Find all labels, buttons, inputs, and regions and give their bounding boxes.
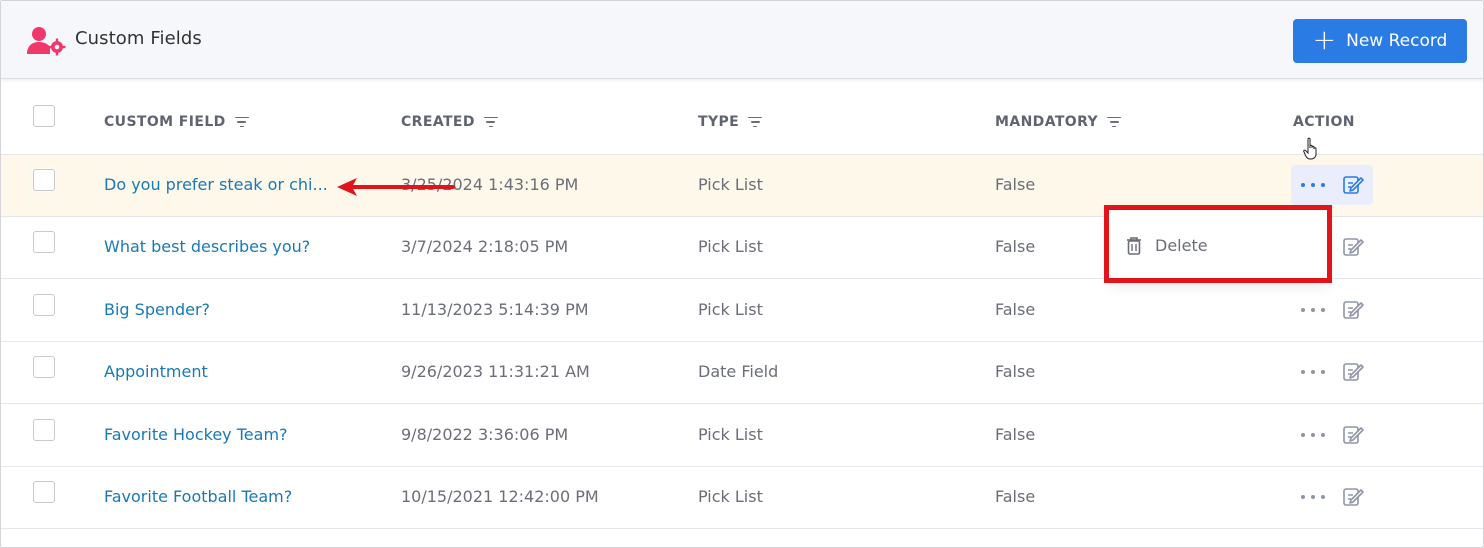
custom-field-link[interactable]: What best describes you? <box>104 237 310 256</box>
row-checkbox[interactable] <box>33 231 55 253</box>
row-checkbox[interactable] <box>33 419 55 441</box>
custom-field-link[interactable]: Favorite Football Team? <box>104 487 292 506</box>
row-checkbox[interactable] <box>33 481 55 503</box>
new-record-label: New Record <box>1346 31 1448 51</box>
mandatory-value: False <box>995 487 1036 506</box>
edit-icon[interactable] <box>1342 235 1364 257</box>
edit-icon[interactable] <box>1342 173 1364 195</box>
filter-icon[interactable] <box>234 116 249 128</box>
created-date: 10/15/2021 12:42:00 PM <box>401 487 599 506</box>
mandatory-value: False <box>995 237 1036 256</box>
row-checkbox[interactable] <box>33 294 55 316</box>
annotation-arrow <box>337 178 455 196</box>
filter-icon[interactable] <box>748 116 763 128</box>
mandatory-value: False <box>995 175 1036 194</box>
more-options-icon[interactable] <box>1301 369 1325 375</box>
created-date: 3/7/2024 2:18:05 PM <box>401 237 569 256</box>
column-label: TYPE <box>698 114 740 130</box>
column-label: CUSTOM FIELD <box>104 114 226 130</box>
column-header-created[interactable]: CREATED <box>401 114 498 130</box>
plus-icon: + <box>1312 22 1337 56</box>
row-checkbox[interactable] <box>33 356 55 378</box>
field-type: Pick List <box>698 425 763 444</box>
edit-icon[interactable] <box>1342 298 1364 320</box>
column-header-mandatory[interactable]: MANDATORY <box>995 114 1122 130</box>
page-header: Custom Fields + New Record <box>1 1 1483 79</box>
more-options-icon[interactable] <box>1301 432 1325 438</box>
hand-cursor-icon <box>1303 137 1317 160</box>
mandatory-value: False <box>995 425 1036 444</box>
custom-field-link[interactable]: Do you prefer steak or chi... <box>104 175 328 194</box>
field-type: Pick List <box>698 487 763 506</box>
edit-icon[interactable] <box>1342 485 1364 507</box>
new-record-button[interactable]: + New Record <box>1293 19 1467 63</box>
custom-field-link[interactable]: Favorite Hockey Team? <box>104 425 288 444</box>
custom-field-link[interactable]: Appointment <box>104 362 208 381</box>
page-title: Custom Fields <box>75 28 202 49</box>
column-label: MANDATORY <box>995 114 1099 130</box>
field-type: Pick List <box>698 237 763 256</box>
column-header-type[interactable]: TYPE <box>698 114 763 130</box>
field-type: Pick List <box>698 175 763 194</box>
custom-field-link[interactable]: Big Spender? <box>104 300 210 319</box>
app-window: Custom Fields + New Record CUSTOM FIELD … <box>0 0 1484 548</box>
column-header-custom-field[interactable]: CUSTOM FIELD <box>104 114 249 130</box>
created-date: 9/8/2022 3:36:06 PM <box>401 425 569 444</box>
users-settings-icon <box>27 27 66 56</box>
created-date: 9/26/2023 11:31:21 AM <box>401 362 590 381</box>
filter-icon[interactable] <box>1107 116 1122 128</box>
mandatory-value: False <box>995 300 1036 319</box>
filter-icon[interactable] <box>483 116 498 128</box>
edit-icon[interactable] <box>1342 423 1364 445</box>
mandatory-value: False <box>995 362 1036 381</box>
column-label: CREATED <box>401 114 475 130</box>
column-label: ACTION <box>1293 114 1355 130</box>
more-options-icon[interactable] <box>1301 494 1325 500</box>
more-options-icon[interactable] <box>1301 182 1325 188</box>
row-checkbox[interactable] <box>33 169 55 191</box>
column-header-action: ACTION <box>1293 114 1355 130</box>
field-type: Date Field <box>698 362 779 381</box>
field-type: Pick List <box>698 300 763 319</box>
created-date: 11/13/2023 5:14:39 PM <box>401 300 589 319</box>
edit-icon[interactable] <box>1342 360 1364 382</box>
select-all-checkbox[interactable] <box>33 105 55 127</box>
more-options-icon[interactable] <box>1301 307 1325 313</box>
annotation-highlight-box <box>1104 205 1332 283</box>
